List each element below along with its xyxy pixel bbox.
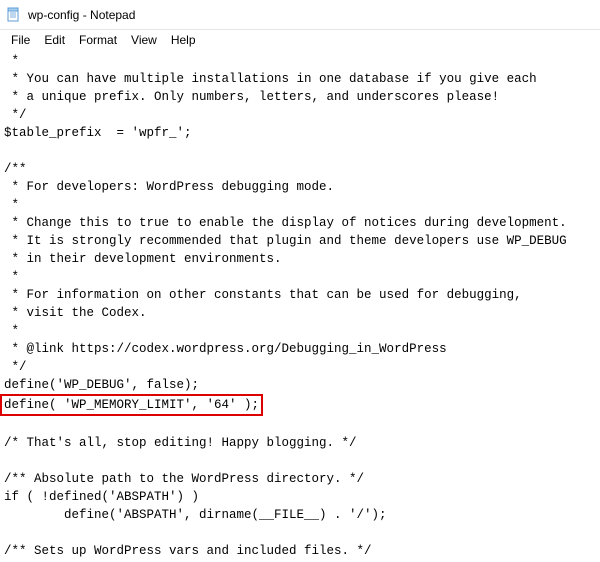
code-line: * For information on other constants tha… [4, 288, 522, 302]
code-line: if ( !defined('ABSPATH') ) [4, 490, 199, 504]
menu-edit[interactable]: Edit [37, 32, 72, 48]
code-line: /* That's all, stop editing! Happy blogg… [4, 436, 357, 450]
code-line: * You can have multiple installations in… [4, 72, 537, 86]
code-line: define('WP_DEBUG', false); [4, 378, 199, 392]
code-line: */ [4, 108, 27, 122]
code-line: * [4, 324, 19, 338]
menubar: File Edit Format View Help [0, 30, 600, 50]
code-line: */ [4, 360, 27, 374]
code-line: * in their development environments. [4, 252, 282, 266]
code-line: * It is strongly recommended that plugin… [4, 234, 567, 248]
titlebar: wp-config - Notepad [0, 0, 600, 30]
code-line: * For developers: WordPress debugging mo… [4, 180, 334, 194]
code-line: * Change this to true to enable the disp… [4, 216, 567, 230]
code-line: * @link https://codex.wordpress.org/Debu… [4, 342, 447, 356]
code-line: define( 'WP_MEMORY_LIMIT', '64' ); [4, 398, 259, 412]
code-line: * [4, 198, 19, 212]
code-line: define('ABSPATH', dirname(__FILE__) . '/… [4, 508, 387, 522]
code-line: /** [4, 162, 27, 176]
code-line: * [4, 54, 19, 68]
notepad-icon [6, 7, 22, 23]
highlighted-line: define( 'WP_MEMORY_LIMIT', '64' ); [0, 394, 263, 416]
code-line: /** Sets up WordPress vars and included … [4, 544, 372, 558]
code-line: $table_prefix = 'wpfr_'; [4, 126, 192, 140]
menu-file[interactable]: File [4, 32, 37, 48]
editor-content[interactable]: * * You can have multiple installations … [0, 50, 600, 562]
menu-view[interactable]: View [124, 32, 164, 48]
code-line: * a unique prefix. Only numbers, letters… [4, 90, 499, 104]
code-line: * visit the Codex. [4, 306, 147, 320]
menu-format[interactable]: Format [72, 32, 124, 48]
window-title: wp-config - Notepad [28, 8, 135, 22]
code-line: * [4, 270, 19, 284]
menu-help[interactable]: Help [164, 32, 203, 48]
code-line: /** Absolute path to the WordPress direc… [4, 472, 364, 486]
